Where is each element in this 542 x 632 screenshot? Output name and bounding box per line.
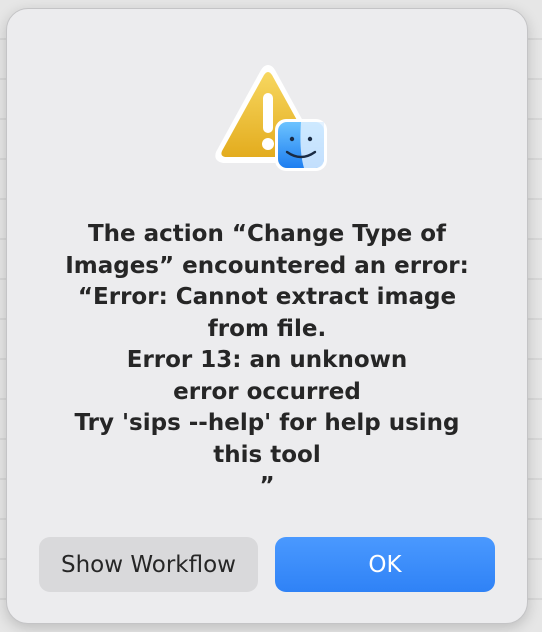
show-workflow-button[interactable]: Show Workflow xyxy=(39,537,258,592)
warning-finder-icon xyxy=(207,61,329,183)
alert-dialog: The action “Change Type of Images” encou… xyxy=(6,8,528,624)
warning-triangle-icon xyxy=(215,65,327,171)
error-message: The action “Change Type of Images” encou… xyxy=(65,221,469,499)
ok-button[interactable]: OK xyxy=(275,537,495,592)
